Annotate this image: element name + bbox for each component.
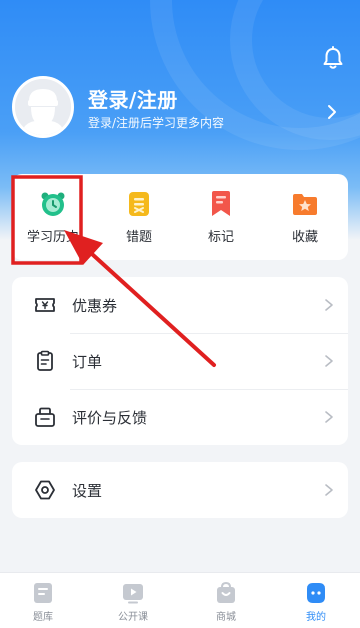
wrong-question-icon [129, 192, 149, 216]
quick-action-study-history[interactable]: 学习历史 [15, 190, 91, 245]
menu-card-settings: 设置 [12, 462, 348, 518]
menu-item-orders[interactable]: 订单 [12, 333, 348, 389]
settings-icon [35, 480, 55, 500]
chevron-right-icon[interactable] [326, 104, 338, 120]
tab-question-bank[interactable]: 题库 [13, 581, 73, 623]
menu-item-label: 优惠券 [72, 296, 118, 315]
bottom-tab-bar: 题库 公开课 商城 我的 [0, 572, 360, 628]
shop-icon [217, 581, 235, 603]
menu-item-label: 订单 [72, 352, 103, 371]
menu-item-feedback[interactable]: 评价与反馈 [12, 389, 348, 445]
tab-shop[interactable]: 商城 [196, 581, 256, 623]
tab-label: 题库 [33, 612, 53, 623]
quick-action-marks[interactable]: 标记 [183, 190, 259, 245]
tab-label: 我的 [306, 612, 326, 623]
quick-action-label: 错题 [125, 230, 152, 245]
order-icon [37, 350, 53, 371]
login-subtitle: 登录/注册后学习更多内容 [88, 116, 225, 130]
quick-action-favorites[interactable]: 收藏 [267, 190, 343, 245]
feedback-icon [35, 407, 55, 427]
chevron-right-icon [325, 484, 333, 496]
bookmark-icon [212, 191, 230, 216]
login-title[interactable]: 登录/注册 [88, 84, 178, 113]
avatar[interactable] [12, 76, 74, 138]
open-course-icon [123, 584, 143, 604]
menu-card-main: 优惠券 订单 评价与反馈 [12, 277, 348, 445]
bell-icon[interactable] [322, 46, 344, 70]
quick-actions-card: 学习历史 错题 标记 收藏 [12, 174, 348, 260]
chevron-right-icon [325, 299, 333, 311]
tab-mine[interactable]: 我的 [286, 581, 346, 623]
alarm-clock-icon [41, 192, 65, 216]
tab-open-course[interactable]: 公开课 [103, 581, 163, 623]
menu-item-coupons[interactable]: 优惠券 [12, 277, 348, 333]
tab-label: 商城 [216, 612, 236, 623]
chevron-right-icon [325, 355, 333, 367]
tab-label: 公开课 [118, 612, 148, 623]
quick-action-label: 标记 [207, 230, 234, 245]
mine-icon [307, 583, 325, 603]
chevron-right-icon [325, 411, 333, 423]
menu-item-label: 设置 [72, 481, 103, 500]
default-avatar-icon [15, 79, 71, 135]
menu-item-settings[interactable]: 设置 [12, 462, 348, 518]
question-bank-icon [34, 583, 52, 603]
quick-action-wrong-questions[interactable]: 错题 [101, 190, 177, 245]
coupon-icon [35, 298, 55, 312]
quick-action-label: 学习历史 [26, 230, 79, 245]
star-folder-icon [293, 194, 317, 215]
menu-item-label: 评价与反馈 [72, 408, 148, 427]
quick-action-label: 收藏 [291, 230, 318, 245]
